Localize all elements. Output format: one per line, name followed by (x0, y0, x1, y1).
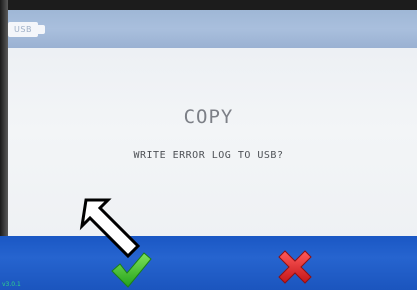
usb-connector-icon (38, 25, 45, 34)
header-bar (0, 10, 417, 48)
top-bezel (0, 0, 417, 10)
cancel-button[interactable] (272, 244, 318, 290)
usb-badge-label: USB (14, 25, 32, 34)
usb-drive-icon: USB (8, 22, 38, 37)
red-x-icon (278, 250, 312, 284)
dialog-message: WRITE ERROR LOG TO USB? (133, 150, 284, 161)
version-label: v3.0.1 (2, 281, 21, 288)
pointer-arrow-icon (79, 198, 141, 259)
device-screen: USB COPY WRITE ERROR LOG TO USB? v3.0.1 (0, 0, 417, 290)
footer-bar (0, 236, 417, 290)
dialog-title: COPY (183, 106, 234, 128)
